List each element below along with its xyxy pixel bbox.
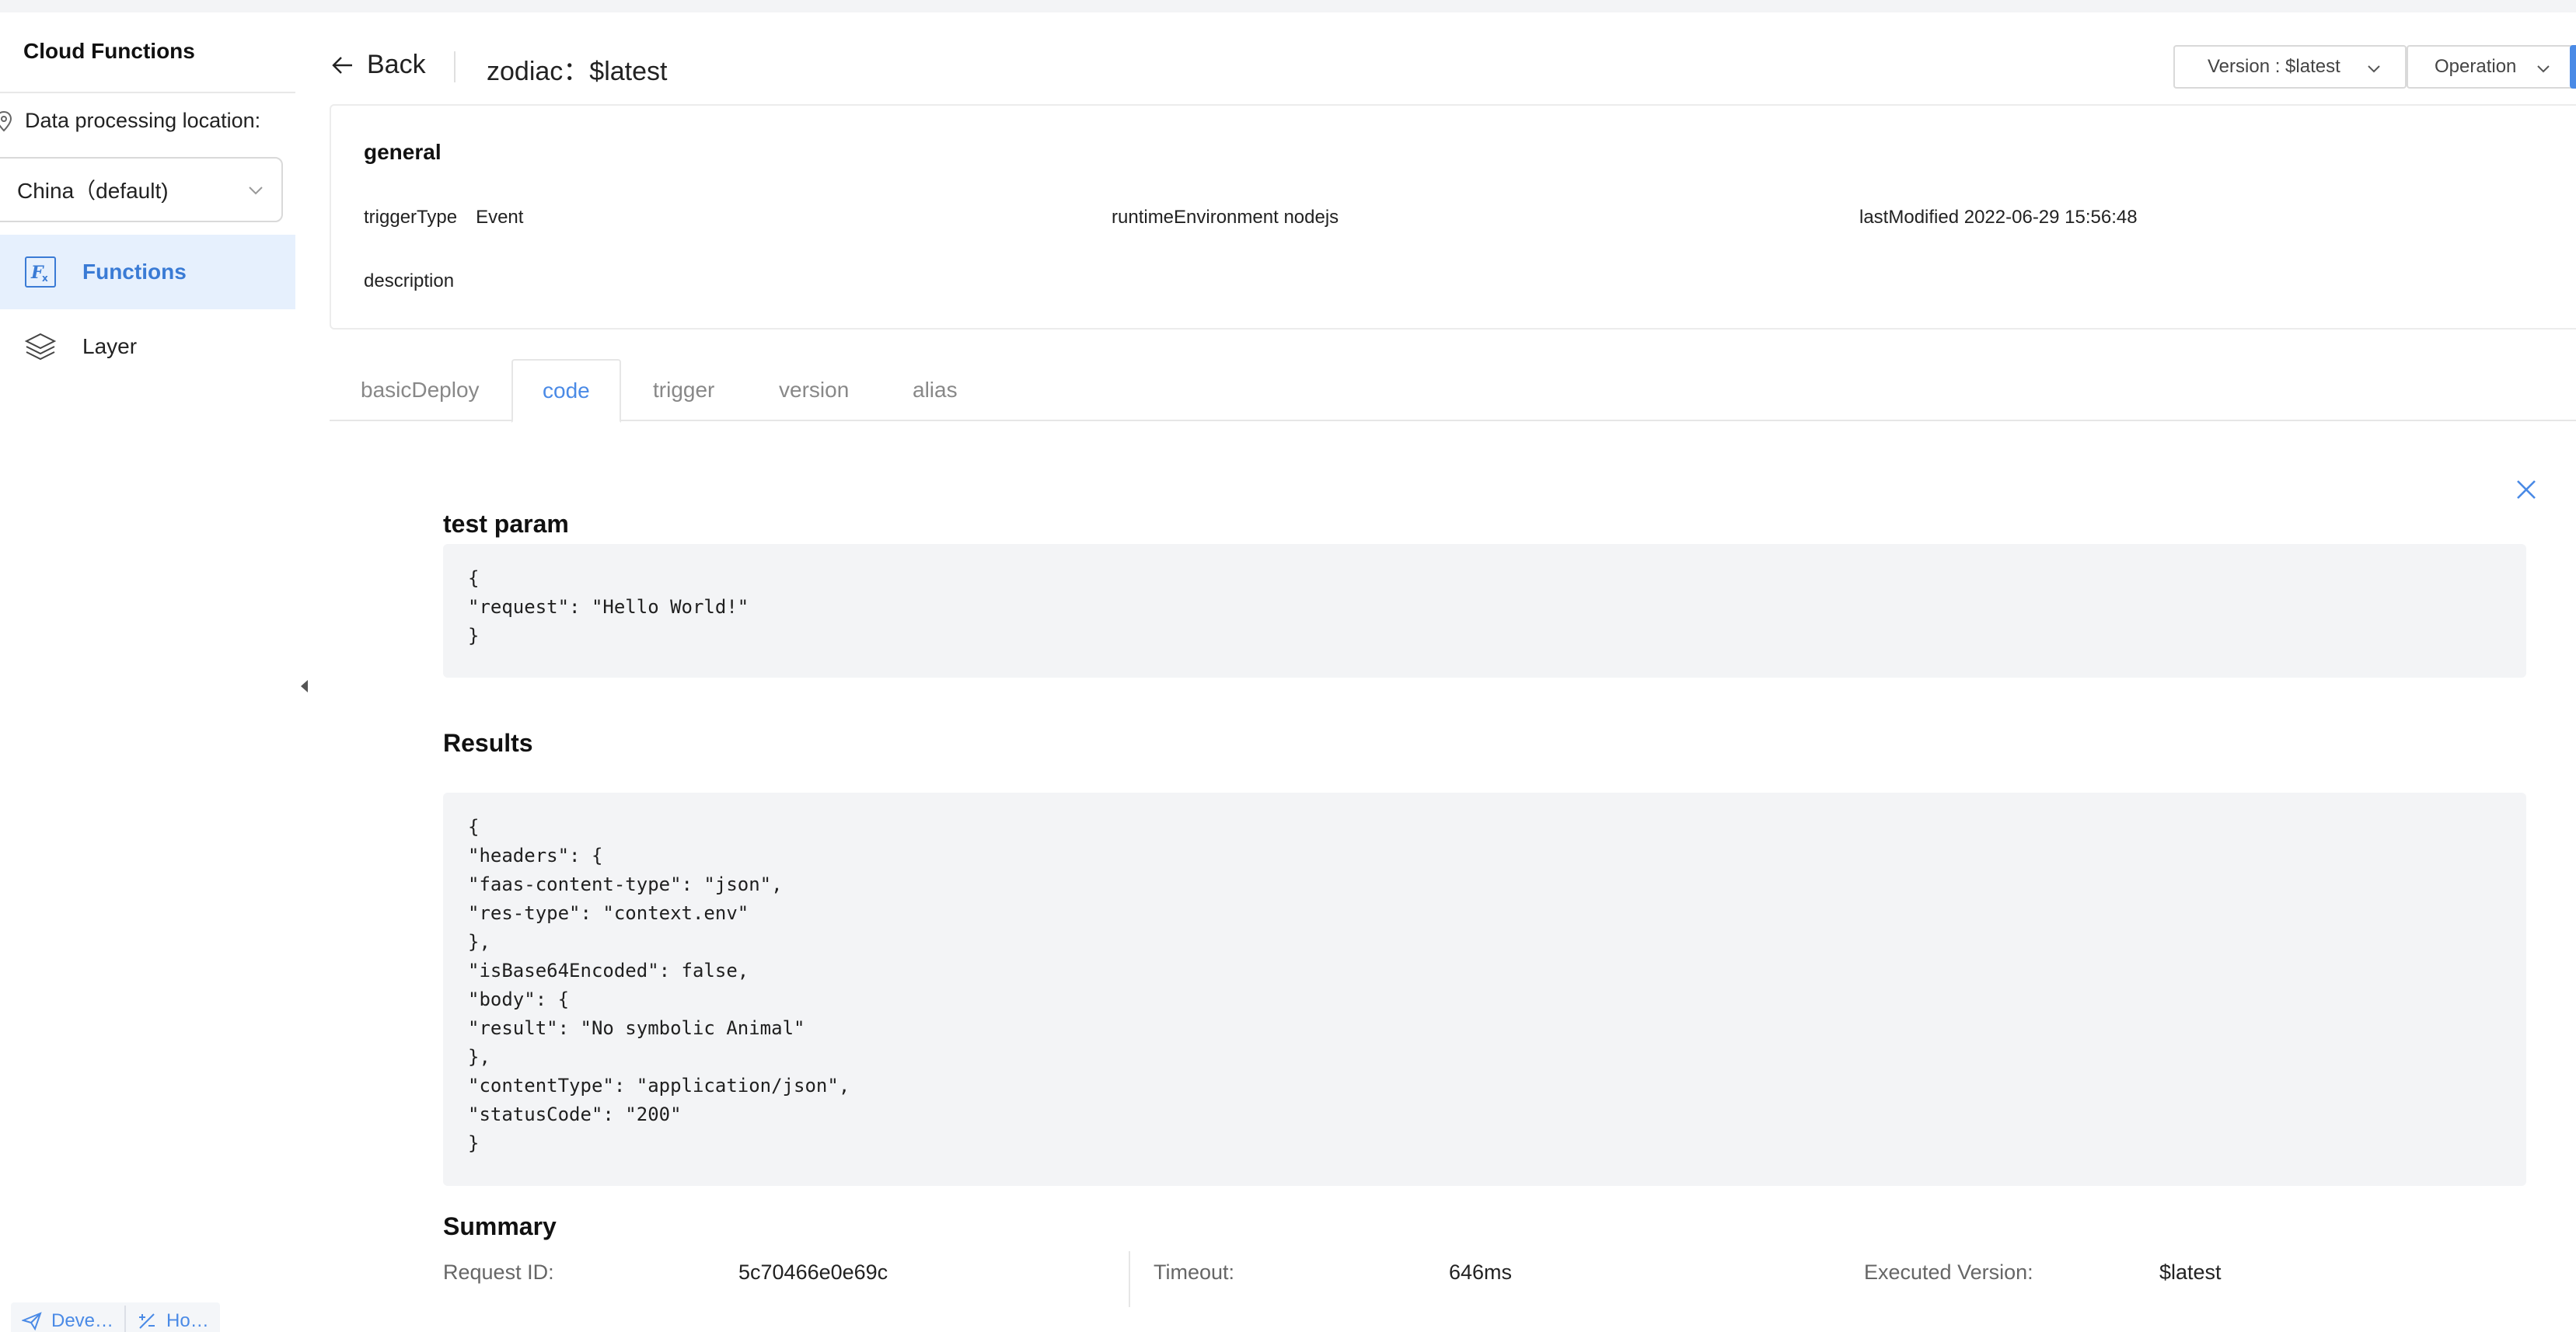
trigger-type-field: triggerType Event bbox=[364, 207, 523, 228]
request-id-field: Request ID: 5c70466e0e69c bbox=[443, 1261, 888, 1285]
test-param-title: test param bbox=[443, 510, 569, 538]
trigger-type-key: triggerType bbox=[364, 207, 458, 228]
executed-version-label: Executed Version: bbox=[1864, 1261, 2033, 1284]
svg-text:x: x bbox=[42, 273, 48, 284]
location-pin-icon bbox=[0, 110, 12, 131]
tab-trigger[interactable]: trigger bbox=[653, 359, 714, 421]
operation-button[interactable]: Operation bbox=[2407, 45, 2576, 89]
last-modified-field: lastModified 2022-06-29 15:56:48 bbox=[1859, 207, 2138, 228]
collapse-sidebar-icon[interactable] bbox=[297, 676, 312, 696]
general-title: general bbox=[364, 140, 442, 164]
tab-alias[interactable]: alias bbox=[913, 359, 958, 421]
sidebar: Cloud Functions Data processing location… bbox=[0, 12, 295, 1332]
summary-title: Summary bbox=[443, 1212, 557, 1240]
runtime-key: runtimeEnvironment bbox=[1112, 207, 1279, 228]
header-separator bbox=[454, 51, 456, 82]
developer-link[interactable]: Deve… bbox=[11, 1302, 124, 1332]
runtime-value: nodejs bbox=[1283, 207, 1339, 228]
ratio-icon bbox=[139, 1313, 155, 1329]
home-link-label: Ho… bbox=[166, 1310, 209, 1331]
back-button[interactable]: Back bbox=[331, 50, 426, 80]
test-param-editor[interactable]: { "request": "Hello World!" } bbox=[443, 544, 2526, 678]
executed-version-value: $latest bbox=[2159, 1261, 2222, 1284]
trigger-type-value: Event bbox=[476, 207, 524, 228]
timeout-field: Timeout: 646ms bbox=[1154, 1261, 1512, 1285]
summary-row: Request ID: 5c70466e0e69c Timeout: 646ms… bbox=[443, 1251, 2526, 1307]
function-icon: F x bbox=[25, 256, 56, 288]
chevron-down-icon bbox=[2537, 65, 2550, 73]
paper-plane-icon bbox=[22, 1312, 42, 1331]
timeout-value: 646ms bbox=[1449, 1261, 1513, 1284]
results-panel: { "headers": { "faas-content-type": "jso… bbox=[443, 793, 2526, 1186]
sidebar-item-functions[interactable]: F x Functions bbox=[0, 235, 295, 309]
sidebar-divider bbox=[0, 92, 295, 93]
tab-code[interactable]: code bbox=[511, 359, 621, 423]
sidebar-item-layer[interactable]: Layer bbox=[0, 309, 295, 384]
operation-button-label: Operation bbox=[2435, 56, 2517, 77]
version-select-button[interactable]: Version : $latest bbox=[2173, 45, 2407, 89]
results-title: Results bbox=[443, 729, 533, 757]
results-code: { "headers": { "faas-content-type": "jso… bbox=[468, 816, 850, 1154]
page-title: zodiac：$latest bbox=[487, 57, 668, 86]
summary-separator bbox=[1129, 1251, 1130, 1307]
data-location-label: Data processing location: bbox=[0, 109, 260, 133]
request-id-label: Request ID: bbox=[443, 1261, 554, 1284]
timeout-label: Timeout: bbox=[1154, 1261, 1235, 1284]
chevron-down-icon bbox=[249, 187, 263, 195]
executed-version-field: Executed Version: $latest bbox=[1864, 1261, 2222, 1285]
last-modified-value: 2022-06-29 15:56:48 bbox=[1963, 207, 2138, 228]
chevron-down-icon bbox=[2368, 65, 2380, 73]
arrow-left-icon bbox=[332, 56, 352, 74]
tab-version[interactable]: version bbox=[779, 359, 849, 421]
layers-icon bbox=[24, 333, 57, 361]
description-field: description bbox=[364, 270, 454, 292]
primary-action-button-edge[interactable] bbox=[2570, 45, 2576, 89]
last-modified-key: lastModified bbox=[1859, 207, 1960, 228]
sidebar-item-label: Functions bbox=[82, 260, 187, 284]
sidebar-item-label: Layer bbox=[82, 334, 138, 358]
runtime-field: runtimeEnvironment nodejs bbox=[1112, 207, 1339, 228]
sidebar-bottom-bar: Deve… Ho… bbox=[11, 1302, 220, 1332]
description-key: description bbox=[364, 270, 455, 291]
top-strip bbox=[0, 0, 2576, 12]
request-id-value: 5c70466e0e69c bbox=[738, 1261, 888, 1284]
data-location-text: Data processing location: bbox=[25, 109, 261, 132]
home-link[interactable]: Ho… bbox=[126, 1302, 220, 1332]
data-location-value: China（default) bbox=[17, 179, 169, 203]
tab-basicdeploy[interactable]: basicDeploy bbox=[361, 359, 480, 421]
data-location-select[interactable]: China（default) bbox=[0, 157, 283, 222]
version-button-label: Version : $latest bbox=[2208, 56, 2340, 77]
back-label: Back bbox=[367, 50, 426, 79]
test-param-code: { "request": "Hello World!" } bbox=[468, 567, 749, 647]
developer-link-label: Deve… bbox=[51, 1310, 114, 1331]
tab-bar: basicDeploy code trigger version alias bbox=[330, 359, 2576, 423]
sidebar-title: Cloud Functions bbox=[23, 39, 195, 63]
general-card: general triggerType Event runtimeEnvironm… bbox=[330, 104, 2576, 330]
close-icon[interactable] bbox=[2515, 479, 2537, 500]
